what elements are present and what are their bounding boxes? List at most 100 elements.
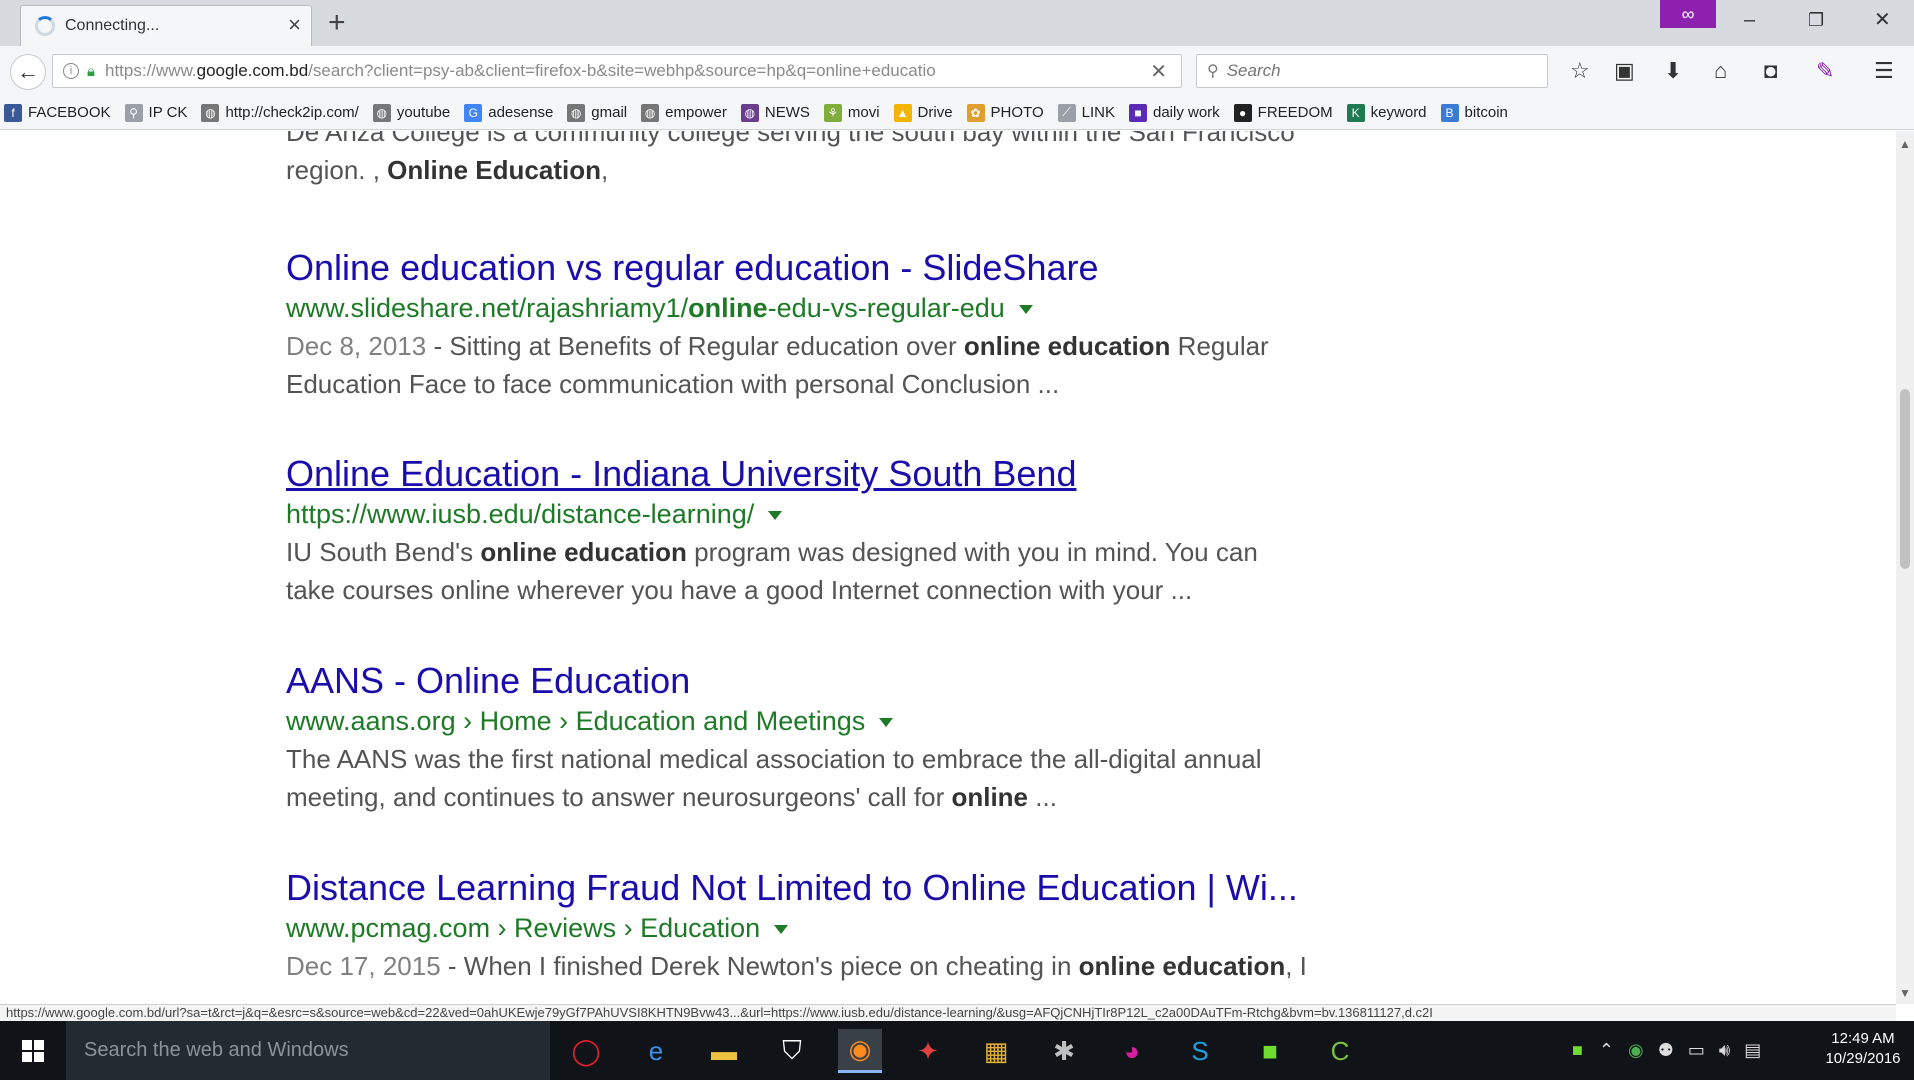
private-browsing-mask-icon: ∞	[1660, 0, 1716, 28]
url-part-bold: online	[688, 293, 768, 323]
restore-button[interactable]: ❐	[1808, 6, 1824, 34]
result-title-link[interactable]: AANS - Online Education	[286, 660, 1366, 702]
opera-icon[interactable]: ◯	[564, 1029, 608, 1073]
dark-circle-icon: ●	[1233, 103, 1252, 122]
back-button[interactable]: ←	[10, 54, 46, 90]
bookmark-item[interactable]: ◍ NEWS	[740, 103, 810, 122]
dropdown-arrow-icon[interactable]	[1018, 305, 1033, 315]
snippet-bold: Online Education	[387, 155, 601, 185]
search-result: Distance Learning Fraud Not Limited to O…	[286, 867, 1366, 985]
bookmark-label: gmail	[591, 104, 628, 121]
scroll-down-icon[interactable]: ▼	[1899, 986, 1911, 1000]
windows-logo-icon	[22, 1039, 44, 1062]
clear-url-icon[interactable]: ✕	[1150, 59, 1167, 84]
volume-icon[interactable]: 🔊︎	[1719, 1040, 1730, 1061]
office-icon[interactable]: ▦	[974, 1029, 1018, 1073]
vertical-scrollbar[interactable]: ▲ ▼	[1896, 131, 1914, 1004]
home-icon[interactable]: ⌂	[1714, 58, 1727, 84]
search-icon: ⚲	[1207, 63, 1219, 80]
bookmark-item[interactable]: ◍ youtube	[372, 103, 450, 122]
bookmark-item[interactable]: ◍ gmail	[567, 103, 628, 122]
bookmark-item[interactable]: ⚲ IP CK	[124, 103, 187, 122]
camtasia-icon[interactable]: C	[1318, 1029, 1362, 1073]
lock-icon[interactable]: 🔒︎	[87, 63, 95, 80]
green-app-icon[interactable]: ■	[1248, 1029, 1292, 1073]
file-explorer-icon[interactable]: ▬	[702, 1029, 746, 1073]
snippet-bold: online education	[480, 537, 687, 567]
clock-time: 12:49 AM	[1831, 1030, 1895, 1047]
bookmark-item[interactable]: Bbitcoin	[1440, 103, 1508, 122]
previous-result-snippet: De Anza College is a community college s…	[286, 131, 1366, 189]
tray-chevron-icon[interactable]: ⌃	[1599, 1040, 1614, 1061]
bookmark-item[interactable]: ✿ PHOTO	[966, 103, 1044, 122]
clipboard-icon[interactable]: ▣	[1614, 58, 1635, 84]
pen-icon[interactable]: ✎	[1816, 58, 1834, 84]
snippet-line: region. , Online Education,	[286, 151, 1366, 189]
globe-icon: ◍	[201, 103, 220, 122]
dropdown-arrow-icon[interactable]	[879, 718, 894, 728]
search-box[interactable]: ⚲	[1196, 54, 1548, 88]
result-title-link[interactable]: Distance Learning Fraud Not Limited to O…	[286, 867, 1366, 909]
link-status-bar: https://www.google.com.bd/url?sa=t&rct=j…	[0, 1004, 1896, 1021]
result-title-link[interactable]: Online Education - Indiana University So…	[286, 453, 1366, 495]
edge-icon[interactable]: e	[634, 1029, 678, 1073]
taskbar-search-box[interactable]: Search the web and Windows	[66, 1021, 550, 1080]
bookmark-item[interactable]: ◍ http://check2ip.com/	[201, 103, 359, 122]
taskbar-clock[interactable]: 12:49 AM 10/29/2016	[1818, 1029, 1908, 1069]
result-title-link[interactable]: Online education vs regular education - …	[286, 247, 1366, 289]
keyword-icon: K	[1346, 103, 1365, 122]
bookmark-star-icon[interactable]: ☆	[1570, 58, 1590, 84]
tray-network-icon[interactable]: ⚉	[1658, 1040, 1674, 1061]
url-text[interactable]: https://www.google.com.bd/search?client=…	[105, 61, 1095, 81]
dropdown-arrow-icon[interactable]	[768, 511, 783, 521]
facebook-icon: f	[4, 103, 22, 122]
dropdown-arrow-icon[interactable]	[774, 925, 789, 935]
search-input[interactable]	[1226, 61, 1527, 81]
snippet-text: - When I finished Derek Newton's piece o…	[440, 951, 1079, 981]
bookmark-item[interactable]: ■ daily work	[1128, 103, 1220, 122]
tab-close-icon[interactable]: ×	[288, 14, 301, 36]
bookmark-item[interactable]: ⟋ LINK	[1057, 103, 1115, 122]
app-icon[interactable]: ✦	[906, 1029, 950, 1073]
globe-icon: ◍	[641, 103, 660, 122]
download-icon[interactable]: ⬇	[1664, 58, 1682, 84]
bookmark-item[interactable]: f FACEBOOK	[4, 103, 111, 122]
bookmark-item[interactable]: ▲ Drive	[893, 103, 953, 122]
skype-icon[interactable]: S	[1178, 1029, 1222, 1073]
menu-icon[interactable]: ☰	[1874, 58, 1894, 84]
store-icon[interactable]: ⛉	[770, 1029, 814, 1073]
bookmark-item[interactable]: ● FREEDOM	[1233, 103, 1333, 122]
notification-icon[interactable]: ▤	[1744, 1040, 1761, 1061]
pocket-icon[interactable]: ◘	[1764, 58, 1777, 84]
photo-icon: ✿	[966, 103, 985, 122]
tray-shield-icon[interactable]: ◉	[1628, 1040, 1644, 1061]
new-tab-button[interactable]: +	[328, 8, 346, 38]
close-window-button[interactable]: ✕	[1874, 6, 1891, 34]
url-bar[interactable]: i 🔒︎ https://www.google.com.bd/search?cl…	[52, 54, 1182, 88]
bookmark-label: empower	[665, 104, 727, 121]
firefox-icon[interactable]: ◉	[838, 1029, 882, 1073]
scroll-up-icon[interactable]: ▲	[1899, 137, 1911, 151]
globe-icon: ◍	[567, 103, 586, 122]
chat-icon[interactable]: ◕	[1110, 1029, 1154, 1073]
bookmark-item[interactable]: ◍ empower	[641, 103, 727, 122]
tab-active[interactable]: Connecting... ×	[20, 5, 312, 46]
bookmark-label: keyword	[1370, 104, 1427, 121]
start-button[interactable]	[0, 1021, 66, 1080]
result-url: www.pcmag.com › Reviews › Education	[286, 909, 1366, 947]
info-icon[interactable]: i	[63, 63, 79, 79]
settings-icon[interactable]: ✱	[1042, 1029, 1086, 1073]
drive-icon: ▲	[893, 103, 912, 122]
minimize-button[interactable]: –	[1744, 6, 1755, 34]
tray-app-icon[interactable]: ■	[1572, 1040, 1583, 1061]
globe-icon: ◍	[372, 103, 391, 122]
bookmark-item[interactable]: Kkeyword	[1346, 103, 1427, 122]
snippet-text: , I	[1285, 951, 1307, 981]
tray-display-icon[interactable]: ▭	[1688, 1040, 1705, 1061]
scrollbar-thumb[interactable]	[1900, 389, 1910, 569]
bookmark-item[interactable]: ⚘ movi	[823, 103, 880, 122]
bookmark-item[interactable]: Gadesense	[464, 103, 553, 122]
bookmark-label: PHOTO	[990, 104, 1044, 121]
result-snippet: The AANS was the first national medical …	[286, 740, 1366, 816]
snippet-bold: online education	[963, 331, 1171, 361]
